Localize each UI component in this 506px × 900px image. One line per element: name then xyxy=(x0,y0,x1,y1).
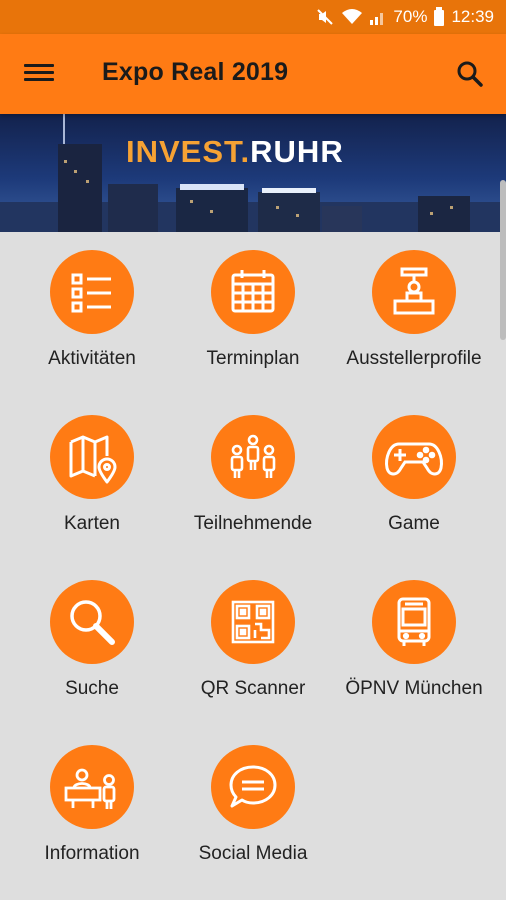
booth-icon xyxy=(372,250,456,334)
status-bar: 70% 12:39 xyxy=(0,0,506,34)
scrollbar[interactable] xyxy=(500,180,506,340)
tile-oepnv[interactable]: ÖPNV München xyxy=(334,580,494,701)
tile-qr-scanner[interactable]: QR Scanner xyxy=(173,580,333,701)
bus-icon xyxy=(372,580,456,664)
banner-logo: INVEST.RUHR xyxy=(126,134,344,169)
clock: 12:39 xyxy=(451,7,494,26)
tile-karten[interactable]: Karten xyxy=(12,415,172,536)
checklist-icon xyxy=(50,250,134,334)
battery-icon xyxy=(433,7,445,27)
tile-label: Game xyxy=(388,513,440,534)
calendar-icon xyxy=(211,250,295,334)
tile-label: Ausstellerprofile xyxy=(346,348,482,369)
chat-bubble-icon xyxy=(211,745,295,829)
tile-label: Teilnehmende xyxy=(193,513,313,534)
tile-label: Suche xyxy=(65,678,119,699)
signal-icon xyxy=(369,8,387,26)
tile-social-media[interactable]: Social Media xyxy=(173,745,333,866)
page-title: Expo Real 2019 xyxy=(102,58,289,86)
tile-label: Social Media xyxy=(198,843,308,864)
tile-label: QR Scanner xyxy=(200,678,306,699)
gamepad-icon xyxy=(372,415,456,499)
tile-terminplan[interactable]: Terminplan xyxy=(173,250,333,371)
city-skyline-image xyxy=(0,114,506,232)
tile-information[interactable]: Information xyxy=(12,745,172,866)
tile-aktivitaeten[interactable]: Aktivitäten xyxy=(12,250,172,371)
tile-label: ÖPNV München xyxy=(345,678,483,699)
tile-label: Aktivitäten xyxy=(48,348,136,369)
qr-code-icon xyxy=(211,580,295,664)
map-icon xyxy=(50,415,134,499)
app-bar: Expo Real 2019 xyxy=(0,34,506,114)
tile-suche[interactable]: Suche xyxy=(12,580,172,701)
magnifier-icon xyxy=(50,580,134,664)
search-icon[interactable] xyxy=(454,58,486,90)
hamburger-menu-icon[interactable] xyxy=(24,60,54,88)
mute-icon xyxy=(315,7,335,27)
info-desk-icon xyxy=(50,745,134,829)
wifi-icon xyxy=(341,8,363,26)
tile-ausstellerprofile[interactable]: Ausstellerprofile xyxy=(334,250,494,371)
tile-label: Terminplan xyxy=(206,348,300,369)
tile-label: Karten xyxy=(64,513,120,534)
tile-teilnehmende[interactable]: Teilnehmende xyxy=(173,415,333,536)
battery-percent: 70% xyxy=(393,7,428,26)
tile-label: Information xyxy=(44,843,140,864)
tile-game[interactable]: Game xyxy=(334,415,494,536)
people-icon xyxy=(211,415,295,499)
sponsor-banner[interactable]: INVEST.RUHR xyxy=(0,114,506,232)
